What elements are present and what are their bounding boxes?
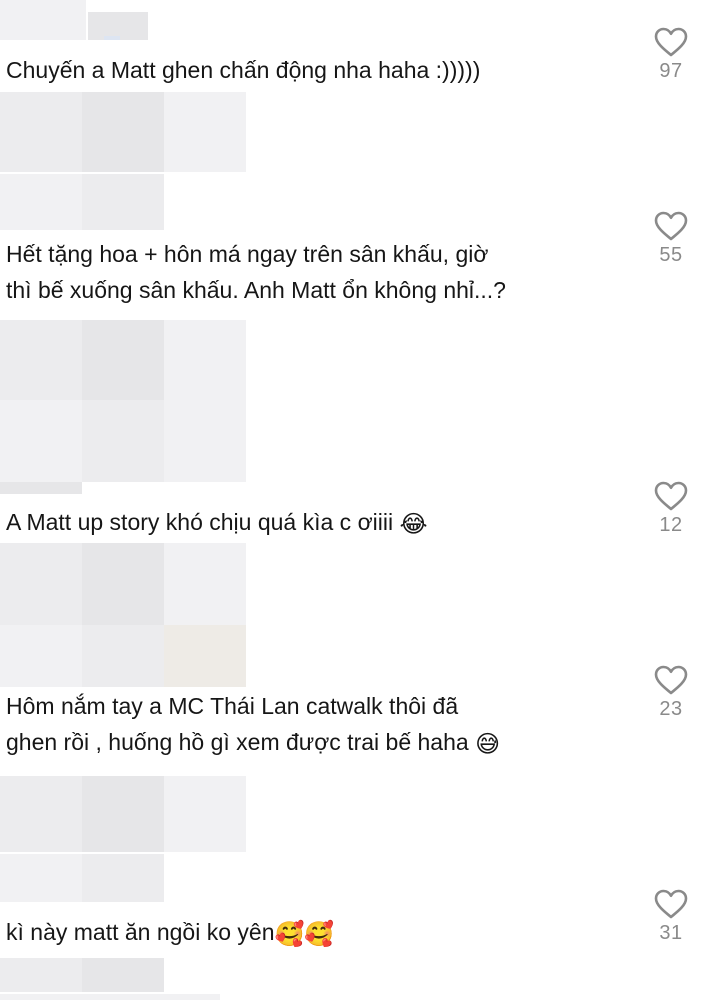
smiling-hearts-emoji-icon: 🥰🥰 [274,920,335,948]
like-count: 12 [659,514,683,536]
like-button[interactable]: 31 [640,888,702,945]
like-count: 97 [659,60,683,82]
redacted-avatar-block [0,92,82,172]
redacted-avatar-block [0,776,82,852]
heart-outline-icon [654,481,688,511]
redacted-avatar-block [82,776,164,852]
comment-item: Hết tặng hoa + hôn má ngay trên sân khấu… [0,200,716,320]
like-button[interactable]: 23 [640,664,702,721]
like-count: 31 [659,922,683,944]
redacted-username-block [0,994,220,1000]
redacted-avatar-block [82,320,164,400]
comment-item: Hôm nắm tay a MC Thái Lan catwalk thôi đ… [0,660,716,775]
laughing-emoji-icon: 😂 [399,510,428,538]
like-button[interactable]: 55 [640,210,702,267]
heart-outline-icon [654,665,688,695]
comment-text: Hôm nắm tay a MC Thái Lan catwalk thôi đ… [6,688,500,762]
redacted-avatar-block [164,400,246,482]
redacted-avatar-block [82,543,164,625]
comment-item: kì này matt ăn ngồi ko yên🥰🥰 31 [0,880,716,960]
like-count: 23 [659,698,683,720]
like-button[interactable]: 97 [640,26,702,83]
redacted-avatar-block [0,543,82,625]
heart-outline-icon [654,211,688,241]
grinning-sweat-emoji-icon: 😅 [475,730,501,758]
comment-text: Hết tặng hoa + hôn má ngay trên sân khấu… [6,241,506,303]
like-count: 55 [659,244,683,266]
heart-outline-icon [654,889,688,919]
comment-text: A Matt up story khó chịu quá kìa c ơiiii… [6,504,428,542]
redacted-avatar-block [164,320,246,400]
redacted-avatar-block [82,400,164,482]
like-button[interactable]: 12 [640,480,702,537]
comment-item: Chuyến a Matt ghen chấn động nha haha :)… [0,0,716,92]
comment-item: A Matt up story khó chịu quá kìa c ơiiii… [0,480,716,540]
redacted-avatar-block [82,92,164,172]
redacted-avatar-block [0,320,82,400]
redacted-avatar-block [164,543,246,625]
redacted-avatar-block [82,958,164,992]
redacted-avatar-block [164,92,246,172]
comment-text: Chuyến a Matt ghen chấn động nha haha :)… [6,57,481,83]
comment-text: kì này matt ăn ngồi ko yên🥰🥰 [6,914,334,952]
redacted-avatar-block [164,776,246,852]
redacted-avatar-block [0,400,82,482]
heart-outline-icon [654,27,688,57]
redacted-avatar-block [0,958,82,992]
